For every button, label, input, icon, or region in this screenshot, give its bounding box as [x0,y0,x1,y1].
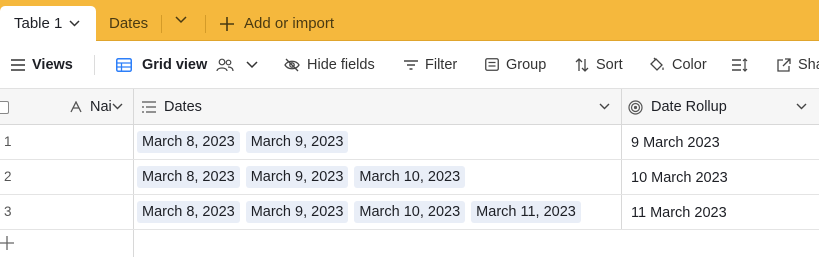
chevron-down-icon[interactable] [112,103,123,110]
tab-divider [161,15,162,33]
tab-label: Dates [109,15,149,32]
view-toolbar: Views Grid view Hide fields Filter Group [0,41,819,89]
sort-button[interactable]: Sort [575,41,623,88]
date-rollup-cell[interactable]: 9 March 2023 [631,135,720,151]
linked-date-pill[interactable]: March 8, 2023 [137,201,240,223]
rollup-icon [628,99,643,115]
linked-date-pill[interactable]: March 10, 2023 [354,201,466,223]
chevron-down-icon[interactable] [246,60,258,69]
linked-date-pill[interactable]: March 8, 2023 [137,131,240,153]
filter-button[interactable]: Filter [404,41,457,88]
column-header-dates[interactable]: Dates [142,89,202,125]
linked-date-pill[interactable]: March 11, 2023 [471,201,581,223]
sort-icon [575,57,589,72]
views-label: Views [32,56,73,73]
tab-label: Table 1 [14,15,63,32]
text-field-icon [70,101,82,113]
linked-date-pill[interactable]: March 9, 2023 [245,201,349,223]
dates-cell[interactable]: March 8, 2023 March 9, 2023 [137,125,349,159]
dates-cell[interactable]: March 8, 2023 March 9, 2023 March 10, 20… [137,160,466,194]
grid-view-button[interactable]: Grid view [116,41,258,88]
row-divider [0,229,819,230]
hide-fields-label: Hide fields [307,56,375,73]
add-or-import-label: Add or import [244,15,335,32]
select-all-checkbox[interactable] [0,101,9,114]
linked-date-pill[interactable]: March 10, 2023 [354,166,466,188]
share-icon [777,57,791,72]
hide-fields-button[interactable]: Hide fields [284,41,375,88]
data-grid: Nai Dates Date Rollup 1 March 8, 2023 Ma… [0,89,819,257]
table-tab-bar: Table 1 Dates Add or import [0,0,819,41]
chevron-down-icon[interactable] [175,16,187,24]
chevron-down-icon[interactable] [796,103,807,110]
row-number: 2 [4,169,12,184]
row-number: 1 [4,134,12,149]
column-header-label: Nai [90,99,112,115]
share-button[interactable]: Sha [777,41,819,88]
column-header-label: Date Rollup [651,99,727,115]
grid-header: Nai Dates Date Rollup [0,89,819,125]
plus-icon [220,16,234,31]
paint-bucket-icon [649,57,665,72]
color-label: Color [672,56,707,73]
row-height-button[interactable] [732,41,755,88]
filter-label: Filter [425,56,458,73]
linked-date-pill[interactable]: March 8, 2023 [137,166,240,188]
date-rollup-cell[interactable]: 11 March 2023 [631,205,727,221]
sort-label: Sort [596,56,623,73]
chevron-down-icon[interactable] [69,20,80,27]
toolbar-divider [94,55,95,75]
filter-icon [404,59,418,71]
group-icon [485,58,499,71]
row-number: 3 [4,204,12,219]
add-or-import-button[interactable]: Add or import [220,6,334,41]
grid-icon [116,57,132,72]
add-record-button[interactable] [0,236,14,250]
share-label: Sha [798,56,819,73]
row-height-icon [732,57,748,72]
views-button[interactable]: Views [11,41,73,88]
column-divider [133,89,134,257]
group-label: Group [506,56,547,73]
dates-cell[interactable]: March 8, 2023 March 9, 2023 March 10, 20… [137,195,581,229]
tab-table-1[interactable]: Table 1 [0,6,96,41]
tab-divider [205,15,206,33]
multiple-records-icon [142,101,156,113]
people-icon [216,58,234,72]
color-button[interactable]: Color [649,41,707,88]
chevron-down-icon[interactable] [599,103,610,110]
hamburger-icon [11,58,25,71]
column-header-label: Dates [164,99,202,115]
group-button[interactable]: Group [485,41,546,88]
linked-date-pill[interactable]: March 9, 2023 [245,166,349,188]
eye-slash-icon [284,58,300,72]
tab-dates[interactable]: Dates [109,6,148,41]
date-rollup-cell[interactable]: 10 March 2023 [631,170,728,186]
linked-date-pill[interactable]: March 9, 2023 [245,131,349,153]
grid-view-label: Grid view [142,56,208,73]
column-header-date-rollup[interactable]: Date Rollup [628,89,727,125]
plus-icon [0,236,14,250]
